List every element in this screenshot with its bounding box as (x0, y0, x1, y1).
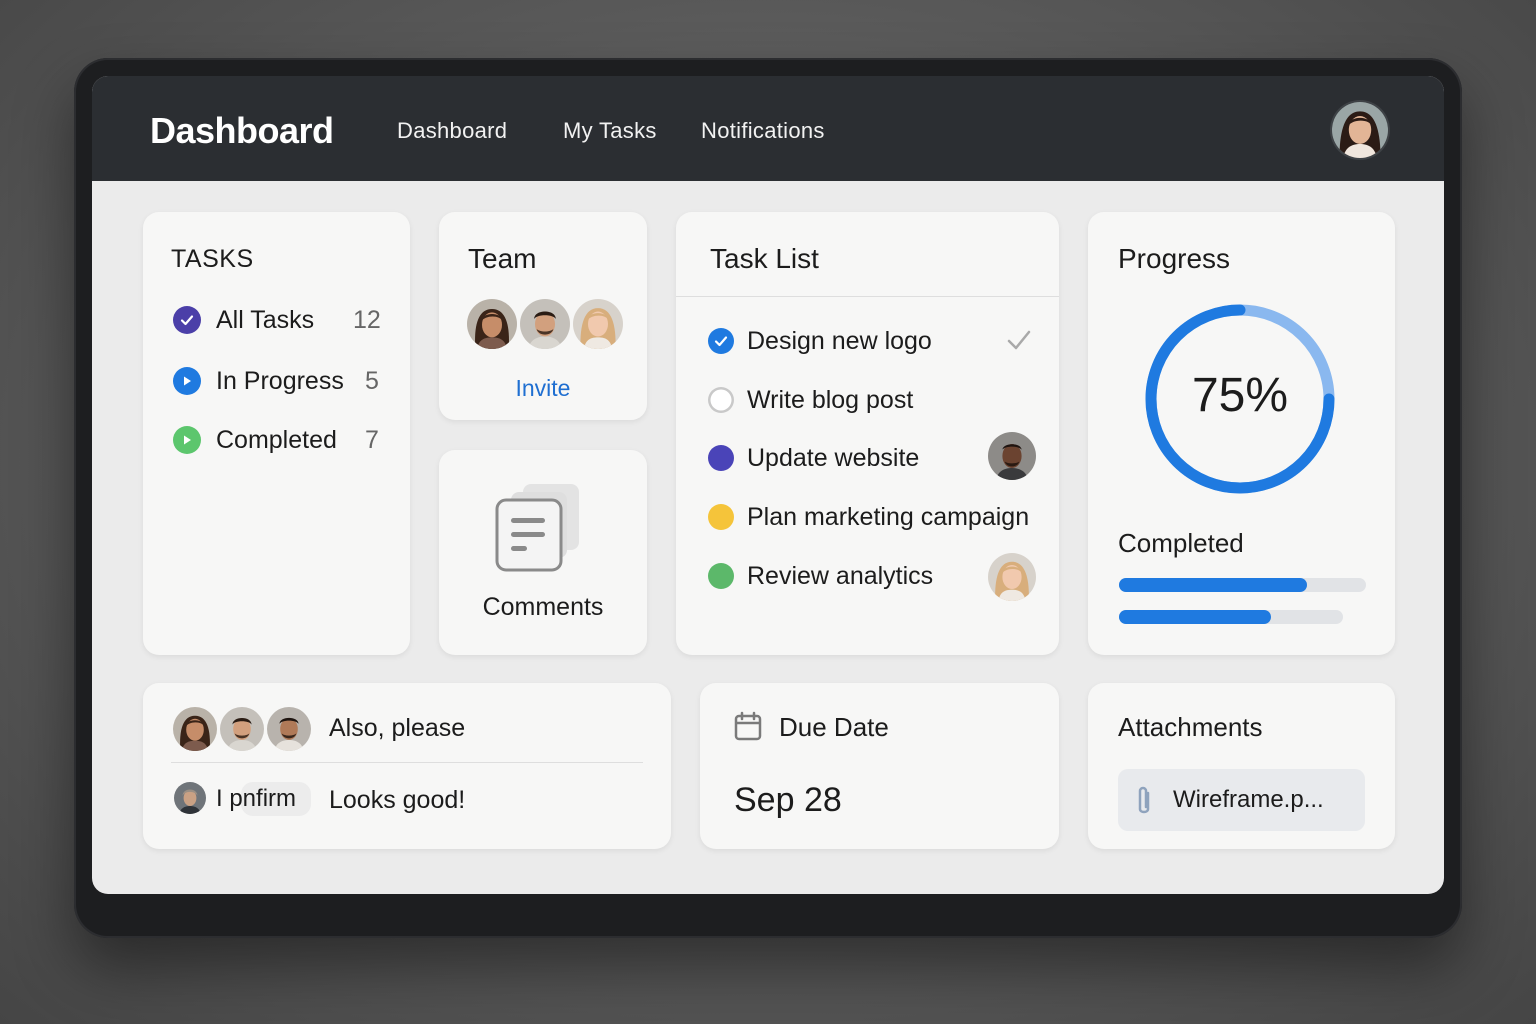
comment-text: Looks good! (329, 786, 466, 814)
task-row[interactable]: Write blog post (708, 384, 913, 416)
divider (676, 296, 1059, 297)
task-row[interactable]: Review analytics (708, 560, 933, 592)
filter-label: All Tasks (216, 305, 315, 334)
progress-percent: 75% (1191, 369, 1289, 422)
user-tag: I pnfirm (216, 785, 297, 812)
filter-label: In Progress (216, 366, 344, 395)
progress-title: Progress (1118, 243, 1231, 274)
nav-notifications[interactable]: Notifications (701, 118, 825, 144)
nav-dashboard[interactable]: Dashboard (397, 118, 507, 144)
comments-label: Comments (482, 593, 604, 621)
filter-completed[interactable]: Completed (173, 424, 337, 456)
progress-bar (1119, 578, 1366, 592)
nav-my-tasks[interactable]: My Tasks (563, 118, 657, 144)
attachments-title: Attachments (1118, 712, 1263, 742)
task-label: Update website (747, 443, 920, 472)
completed-label: Completed (1118, 528, 1244, 558)
task-label: Review analytics (747, 561, 934, 590)
checked-icon[interactable] (708, 328, 734, 354)
invite-link[interactable]: Invite (439, 375, 647, 402)
status-dot (708, 445, 734, 471)
calendar-icon (734, 711, 762, 746)
checkmark-icon (1006, 328, 1032, 357)
assignee-avatar[interactable] (988, 553, 1036, 601)
assignee-avatar[interactable] (988, 432, 1036, 480)
progress-bar (1119, 610, 1343, 624)
activity-card: Also, please I pnfirm Looks good! (143, 683, 671, 849)
commenter-avatar[interactable] (173, 707, 217, 751)
progress-card: Progress 75% Completed (1088, 212, 1395, 655)
tasks-summary-card: TASKS All Tasks 12 In Progress 5 Complet… (143, 212, 410, 655)
progress-bar-fill (1119, 610, 1272, 624)
play-circle-icon (173, 426, 201, 454)
documents-icon (493, 480, 583, 581)
task-list-title: Task List (710, 243, 819, 274)
attachments-card: Attachments Wireframe.p... (1088, 683, 1395, 849)
attachment-chip[interactable]: Wireframe.p... (1118, 769, 1365, 831)
paperclip-icon (1134, 785, 1154, 822)
brand-title: Dashboard (150, 110, 334, 151)
task-row[interactable]: Design new logo (708, 325, 932, 357)
status-dot (708, 563, 734, 589)
in-progress-count: 5 (365, 366, 379, 395)
task-row[interactable]: Update website (708, 442, 919, 474)
due-date-value[interactable]: Sep 28 (734, 781, 842, 820)
team-member-avatar[interactable] (573, 299, 623, 349)
completed-count: 7 (365, 425, 379, 454)
attachment-filename: Wireframe.p... (1173, 786, 1324, 813)
status-dot (708, 504, 734, 530)
team-member-avatar[interactable] (520, 299, 570, 349)
dashboard-screen: Dashboard Dashboard My Tasks Notificatio… (92, 76, 1444, 894)
check-circle-icon (173, 306, 201, 334)
task-list-card: Task List Design new logo Write blog pos… (676, 212, 1059, 655)
unchecked-circle-icon[interactable] (708, 387, 734, 413)
commenter-avatar[interactable] (267, 707, 311, 751)
comment-text: Also, please (329, 714, 466, 742)
task-label: Design new logo (747, 326, 932, 355)
all-tasks-count: 12 (353, 305, 381, 334)
team-card: Team Invite (439, 212, 647, 420)
tasks-card-title: TASKS (171, 245, 254, 273)
commenter-avatar[interactable] (220, 707, 264, 751)
comments-card[interactable]: Comments (439, 450, 647, 655)
commenter-avatar[interactable] (174, 782, 206, 814)
team-member-avatar[interactable] (467, 299, 517, 349)
due-date-title: Due Date (779, 712, 889, 742)
filter-all-tasks[interactable]: All Tasks (173, 304, 314, 336)
play-circle-icon (173, 367, 201, 395)
divider (171, 762, 643, 763)
filter-label: Completed (216, 425, 337, 454)
user-avatar[interactable] (1332, 102, 1388, 158)
task-row[interactable]: Plan marketing campaign (708, 501, 1029, 533)
task-label: Plan marketing campaign (747, 502, 1030, 531)
filter-in-progress[interactable]: In Progress (173, 365, 344, 397)
task-label: Write blog post (747, 385, 914, 414)
progress-bar-fill (1119, 578, 1307, 592)
top-navigation-bar: Dashboard Dashboard My Tasks Notificatio… (92, 76, 1444, 181)
team-card-title: Team (468, 243, 537, 274)
due-date-card: Due Date Sep 28 (700, 683, 1059, 849)
